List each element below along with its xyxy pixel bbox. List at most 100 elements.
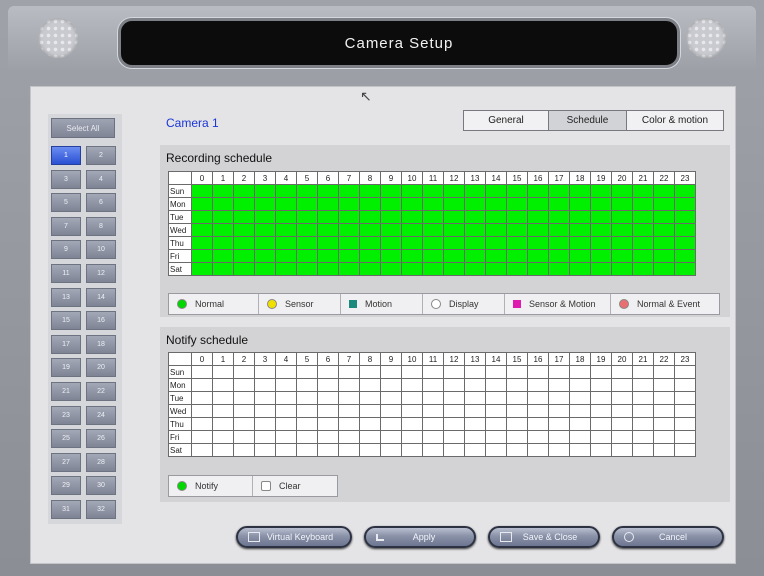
save-close-button[interactable]: Save & Close bbox=[488, 526, 600, 548]
schedule-cell[interactable] bbox=[254, 249, 276, 263]
schedule-cell[interactable] bbox=[653, 197, 675, 211]
schedule-cell[interactable] bbox=[317, 391, 339, 405]
schedule-cell[interactable] bbox=[611, 184, 633, 198]
schedule-cell[interactable] bbox=[212, 430, 234, 444]
schedule-cell[interactable] bbox=[485, 210, 507, 224]
schedule-cell[interactable] bbox=[401, 417, 423, 431]
schedule-cell[interactable] bbox=[443, 262, 465, 276]
schedule-cell[interactable] bbox=[653, 417, 675, 431]
schedule-cell[interactable] bbox=[212, 417, 234, 431]
schedule-cell[interactable] bbox=[674, 184, 696, 198]
schedule-cell[interactable] bbox=[548, 391, 570, 405]
schedule-cell[interactable] bbox=[674, 443, 696, 457]
schedule-cell[interactable] bbox=[233, 430, 255, 444]
schedule-cell[interactable] bbox=[527, 184, 549, 198]
schedule-cell[interactable] bbox=[464, 443, 486, 457]
schedule-cell[interactable] bbox=[233, 184, 255, 198]
schedule-cell[interactable] bbox=[674, 365, 696, 379]
schedule-cell[interactable] bbox=[296, 197, 318, 211]
schedule-cell[interactable] bbox=[632, 378, 654, 392]
schedule-cell[interactable] bbox=[359, 210, 381, 224]
schedule-cell[interactable] bbox=[422, 417, 444, 431]
schedule-cell[interactable] bbox=[233, 365, 255, 379]
schedule-cell[interactable] bbox=[380, 223, 402, 237]
schedule-cell[interactable] bbox=[506, 249, 528, 263]
schedule-cell[interactable] bbox=[380, 210, 402, 224]
schedule-cell[interactable] bbox=[611, 249, 633, 263]
schedule-cell[interactable] bbox=[611, 404, 633, 418]
schedule-cell[interactable] bbox=[212, 236, 234, 250]
notify-legend-item[interactable]: Notify bbox=[169, 476, 253, 496]
schedule-cell[interactable] bbox=[527, 404, 549, 418]
schedule-cell[interactable] bbox=[611, 378, 633, 392]
schedule-cell[interactable] bbox=[254, 430, 276, 444]
schedule-cell[interactable] bbox=[359, 443, 381, 457]
schedule-cell[interactable] bbox=[254, 443, 276, 457]
schedule-cell[interactable] bbox=[191, 365, 213, 379]
schedule-cell[interactable] bbox=[632, 417, 654, 431]
schedule-cell[interactable] bbox=[548, 184, 570, 198]
schedule-cell[interactable] bbox=[464, 378, 486, 392]
schedule-cell[interactable] bbox=[275, 391, 297, 405]
schedule-cell[interactable] bbox=[422, 184, 444, 198]
schedule-cell[interactable] bbox=[212, 262, 234, 276]
camera-button-11[interactable]: 11 bbox=[51, 263, 81, 283]
schedule-cell[interactable] bbox=[653, 249, 675, 263]
schedule-cell[interactable] bbox=[380, 184, 402, 198]
schedule-cell[interactable] bbox=[548, 443, 570, 457]
schedule-cell[interactable] bbox=[317, 430, 339, 444]
schedule-cell[interactable] bbox=[422, 391, 444, 405]
camera-button-29[interactable]: 29 bbox=[51, 476, 81, 496]
schedule-cell[interactable] bbox=[296, 430, 318, 444]
schedule-cell[interactable] bbox=[422, 378, 444, 392]
schedule-cell[interactable] bbox=[548, 378, 570, 392]
schedule-cell[interactable] bbox=[653, 378, 675, 392]
schedule-cell[interactable] bbox=[569, 417, 591, 431]
schedule-cell[interactable] bbox=[632, 391, 654, 405]
schedule-cell[interactable] bbox=[443, 184, 465, 198]
camera-button-31[interactable]: 31 bbox=[51, 499, 81, 519]
schedule-cell[interactable] bbox=[191, 236, 213, 250]
schedule-cell[interactable] bbox=[569, 236, 591, 250]
tab-general[interactable]: General bbox=[463, 110, 549, 131]
schedule-cell[interactable] bbox=[548, 236, 570, 250]
schedule-cell[interactable] bbox=[506, 184, 528, 198]
schedule-cell[interactable] bbox=[296, 210, 318, 224]
schedule-cell[interactable] bbox=[359, 365, 381, 379]
schedule-cell[interactable] bbox=[422, 197, 444, 211]
schedule-cell[interactable] bbox=[443, 210, 465, 224]
schedule-cell[interactable] bbox=[611, 197, 633, 211]
schedule-cell[interactable] bbox=[191, 223, 213, 237]
schedule-cell[interactable] bbox=[275, 365, 297, 379]
schedule-cell[interactable] bbox=[485, 223, 507, 237]
schedule-cell[interactable] bbox=[338, 223, 360, 237]
schedule-cell[interactable] bbox=[548, 365, 570, 379]
schedule-cell[interactable] bbox=[590, 262, 612, 276]
schedule-cell[interactable] bbox=[485, 365, 507, 379]
schedule-cell[interactable] bbox=[317, 223, 339, 237]
schedule-cell[interactable] bbox=[506, 417, 528, 431]
schedule-cell[interactable] bbox=[590, 430, 612, 444]
schedule-cell[interactable] bbox=[527, 210, 549, 224]
apply-button[interactable]: Apply bbox=[364, 526, 476, 548]
schedule-cell[interactable] bbox=[527, 378, 549, 392]
schedule-cell[interactable] bbox=[569, 197, 591, 211]
schedule-cell[interactable] bbox=[422, 404, 444, 418]
schedule-cell[interactable] bbox=[653, 223, 675, 237]
schedule-cell[interactable] bbox=[338, 443, 360, 457]
legend-item-sensor[interactable]: Sensor bbox=[259, 294, 341, 314]
schedule-cell[interactable] bbox=[212, 223, 234, 237]
cancel-button[interactable]: Cancel bbox=[612, 526, 724, 548]
schedule-cell[interactable] bbox=[233, 223, 255, 237]
schedule-cell[interactable] bbox=[296, 262, 318, 276]
schedule-cell[interactable] bbox=[527, 236, 549, 250]
schedule-cell[interactable] bbox=[653, 391, 675, 405]
schedule-cell[interactable] bbox=[653, 365, 675, 379]
schedule-cell[interactable] bbox=[422, 236, 444, 250]
schedule-cell[interactable] bbox=[611, 391, 633, 405]
schedule-cell[interactable] bbox=[485, 417, 507, 431]
schedule-cell[interactable] bbox=[485, 378, 507, 392]
schedule-cell[interactable] bbox=[527, 391, 549, 405]
schedule-cell[interactable] bbox=[443, 378, 465, 392]
select-all-button[interactable]: Select All bbox=[51, 118, 115, 138]
